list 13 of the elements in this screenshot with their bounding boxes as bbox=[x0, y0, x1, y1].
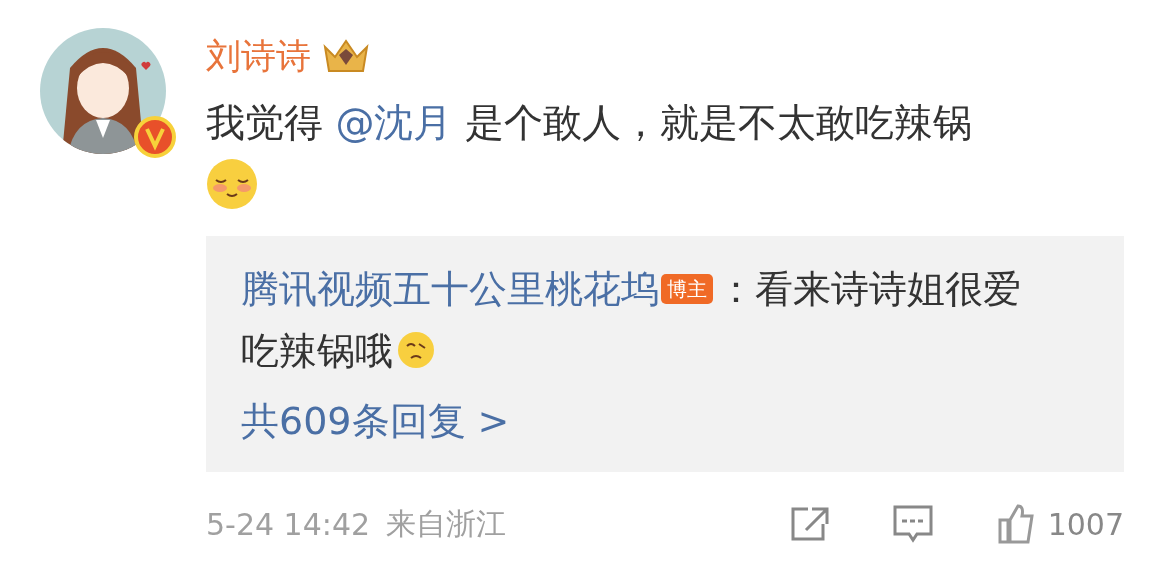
reply-text: 腾讯视频五十公里桃花坞 博主 ：看来诗诗姐很爱吃辣锅哦 bbox=[241, 266, 1022, 375]
post-text: 我觉得 @沈月 是个敢人，就是不太敢吃辣锅 bbox=[206, 99, 973, 147]
shy-emoji-icon bbox=[206, 158, 258, 210]
author-name[interactable]: 刘诗诗 bbox=[206, 32, 311, 80]
post-time: 5-24 14:42 bbox=[206, 506, 371, 542]
share-icon[interactable] bbox=[789, 506, 830, 542]
like-count: 1007 bbox=[1047, 506, 1124, 542]
crown-icon bbox=[321, 37, 371, 75]
thinking-emoji-icon bbox=[395, 330, 437, 370]
mention-link[interactable]: @沈月 bbox=[335, 100, 453, 145]
comment-icon[interactable] bbox=[891, 504, 934, 544]
post-location: 来自浙江 bbox=[386, 504, 507, 543]
replies-link[interactable]: 共609条回复 > bbox=[241, 390, 1024, 452]
